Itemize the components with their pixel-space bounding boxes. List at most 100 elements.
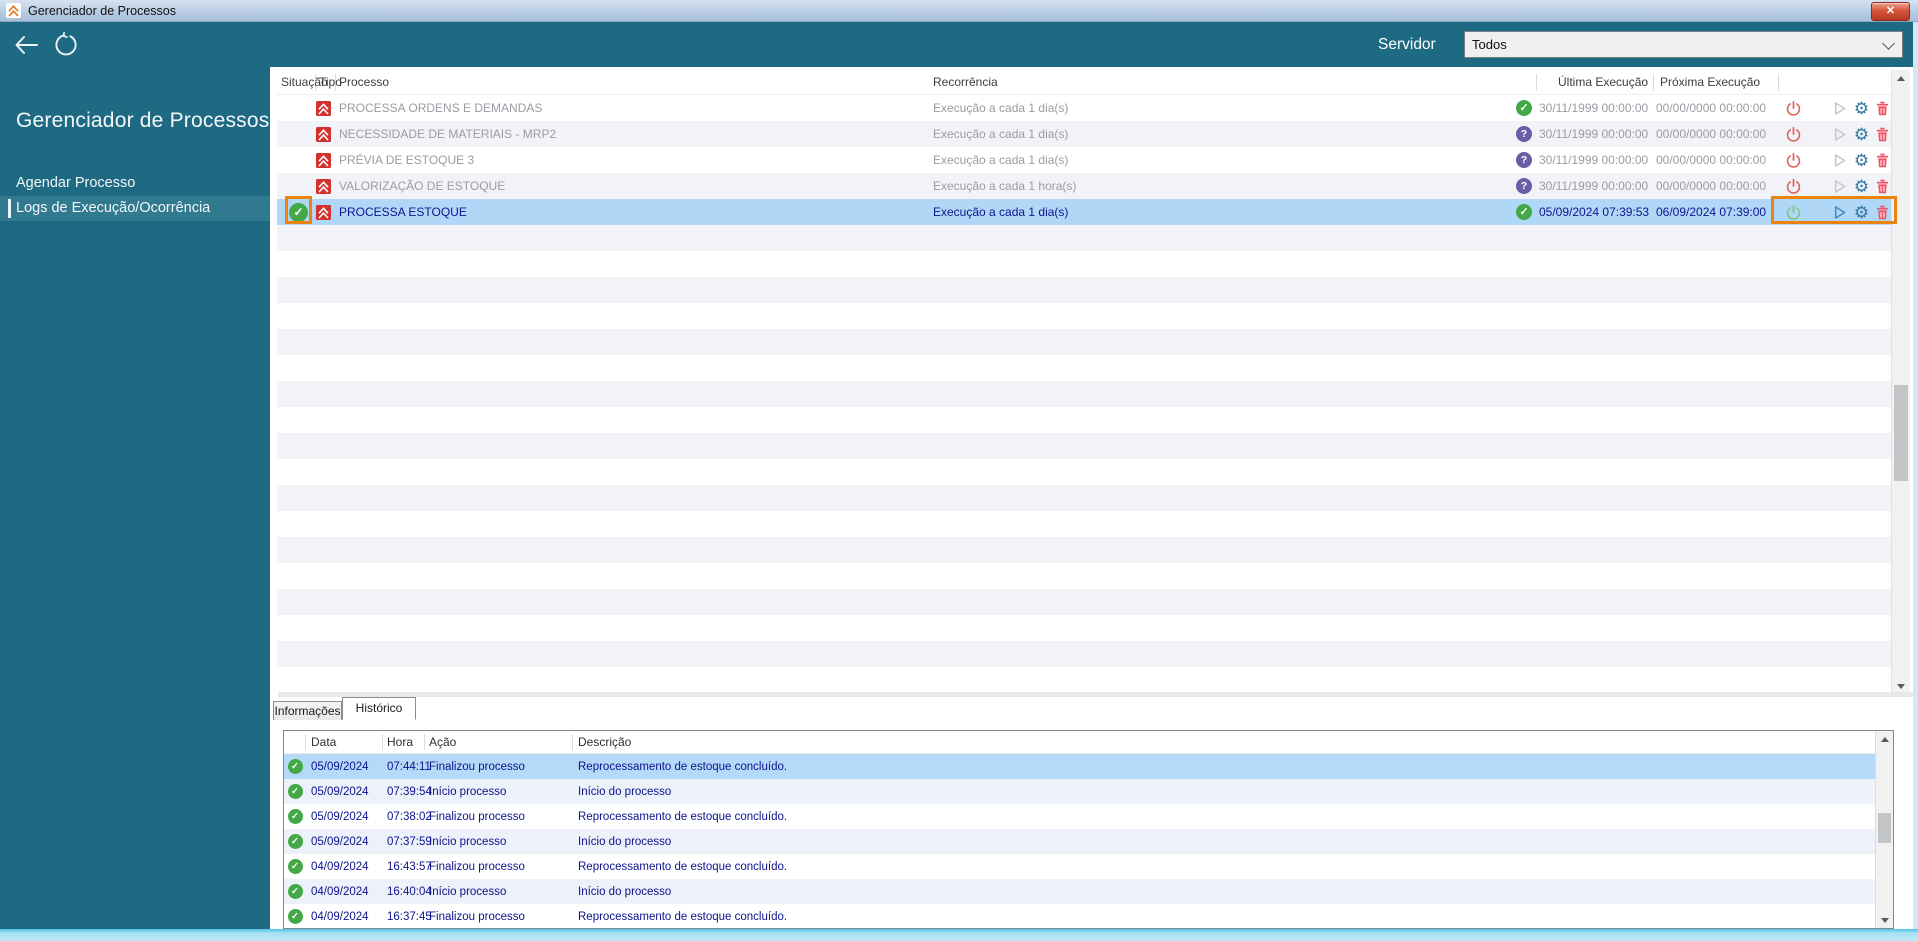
sidebar-item-agendar-processo[interactable]: Agendar Processo [0, 171, 270, 196]
next-execution: 00/00/0000 00:00:00 [1656, 179, 1767, 193]
scroll-down-arrow[interactable] [1876, 912, 1893, 928]
table-row-previa-estoque[interactable]: PRÉVIA DE ESTOQUE 3 Execução a cada 1 di… [277, 147, 1891, 173]
chevron-down-icon [1882, 37, 1895, 50]
window-right-border [1913, 22, 1918, 929]
process-type-icon [316, 178, 331, 194]
column-header-descricao[interactable]: Descrição [573, 735, 1893, 749]
status-ok-icon [287, 884, 303, 899]
window-bottom-border [0, 929, 1918, 941]
close-button[interactable]: ✕ [1871, 2, 1910, 21]
scroll-up-arrow[interactable] [1892, 70, 1910, 87]
next-execution: 00/00/0000 00:00:00 [1656, 101, 1767, 115]
history-scrollbar[interactable] [1875, 731, 1893, 928]
history-row[interactable]: 04/09/2024 16:37:45 Finalizou processo R… [284, 904, 1893, 928]
status-ok-icon [287, 759, 303, 774]
back-button[interactable] [13, 32, 39, 58]
sidebar: Gerenciador de Processos Agendar Process… [0, 67, 270, 930]
history-row[interactable]: 05/09/2024 07:44:11 Finalizou processo R… [284, 754, 1893, 779]
tab-historico[interactable]: Histórico [342, 697, 416, 720]
process-manager-window: { "window": { "title": "Gerenciador de P… [0, 0, 1918, 941]
history-row[interactable]: 05/09/2024 07:39:54 Início processo Iníc… [284, 779, 1893, 804]
process-name: PROCESSA ORDENS E DEMANDAS [339, 101, 543, 115]
process-grid-header: Situação Tipo Processo Recorrência Últim… [277, 70, 1891, 95]
recurrence: Execução a cada 1 dia(s) [933, 101, 1069, 115]
scroll-up-arrow[interactable] [1876, 731, 1893, 747]
process-type-icon [316, 152, 331, 168]
column-header-ultima-execucao[interactable]: Última Execução [1536, 73, 1653, 91]
column-header-data[interactable]: Data [306, 734, 383, 750]
column-header-situacao[interactable]: Situação [277, 73, 328, 91]
process-type-icon [316, 100, 331, 116]
server-label: Servidor [1378, 36, 1436, 53]
recurrence: Execução a cada 1 dia(s) [933, 153, 1069, 167]
play-icon[interactable] [1831, 126, 1848, 143]
history-header: Data Hora Ação Descrição [284, 731, 1893, 754]
trash-icon[interactable] [1874, 126, 1891, 143]
trash-icon[interactable] [1874, 178, 1891, 195]
window-title: Gerenciador de Processos [28, 3, 176, 18]
recurrence: Execução a cada 1 dia(s) [933, 205, 1069, 219]
next-execution: 06/09/2024 07:39:00 [1656, 205, 1767, 219]
process-name: VALORIZAÇÃO DE ESTOQUE [339, 179, 506, 193]
title-bar: Gerenciador de Processos ✕ [0, 0, 1918, 22]
gear-icon[interactable]: ⚙ [1852, 126, 1871, 143]
sidebar-heading: Gerenciador de Processos [16, 109, 270, 132]
refresh-button[interactable] [54, 32, 79, 57]
tab-strip-divider [278, 692, 1913, 697]
column-header-proxima-execucao[interactable]: Próxima Execução [1653, 73, 1778, 91]
scrollbar-thumb[interactable] [1878, 813, 1891, 843]
toolbar: Servidor Todos [0, 22, 1918, 67]
empty-rows-stripes [277, 225, 1891, 691]
process-name: PRÉVIA DE ESTOQUE 3 [339, 153, 475, 167]
status-ok-icon [287, 784, 303, 799]
trash-icon[interactable] [1874, 152, 1891, 169]
table-row-processa-ordens[interactable]: PROCESSA ORDENS E DEMANDAS Execução a ca… [277, 95, 1891, 121]
server-dropdown[interactable]: Todos [1464, 31, 1903, 58]
status-unknown-icon [1516, 126, 1532, 142]
column-header-processo[interactable]: Processo [336, 75, 930, 89]
tab-informacoes[interactable]: Informações [273, 701, 342, 720]
history-row[interactable]: 04/09/2024 16:40:04 Início processo Iníc… [284, 879, 1893, 904]
scrollbar-thumb[interactable] [1894, 385, 1908, 481]
gear-icon[interactable]: ⚙ [1852, 178, 1871, 195]
app-icon [6, 3, 21, 18]
play-icon[interactable] [1831, 178, 1848, 195]
process-name: NECESSIDADE DE MATERIAIS - MRP2 [339, 127, 557, 141]
last-execution: 05/09/2024 07:39:53 [1539, 205, 1650, 219]
status-ok-icon [287, 809, 303, 824]
selected-indicator [8, 199, 11, 218]
gear-icon[interactable]: ⚙ [1852, 100, 1871, 117]
recurrence: Execução a cada 1 dia(s) [933, 127, 1069, 141]
trash-icon[interactable] [1874, 100, 1891, 117]
table-row-valorizacao-estoque[interactable]: VALORIZAÇÃO DE ESTOQUE Execução a cada 1… [277, 173, 1891, 199]
highlight-box-situacao [285, 196, 312, 224]
last-execution: 30/11/1999 00:00:00 [1539, 127, 1649, 141]
play-icon[interactable] [1831, 100, 1848, 117]
last-execution: 30/11/1999 00:00:00 [1539, 179, 1649, 193]
gear-icon[interactable]: ⚙ [1852, 152, 1871, 169]
column-header-acao[interactable]: Ação [425, 734, 573, 750]
status-ok-icon [287, 859, 303, 874]
history-row[interactable]: 05/09/2024 07:37:59 Início processo Iníc… [284, 829, 1893, 854]
play-icon[interactable] [1831, 152, 1848, 169]
power-icon[interactable] [1785, 100, 1802, 117]
main-grid-scrollbar[interactable] [1891, 70, 1910, 695]
column-header-hora[interactable]: Hora [383, 734, 425, 750]
next-execution: 00/00/0000 00:00:00 [1656, 127, 1767, 141]
column-header-tipo[interactable]: Tipo [316, 73, 342, 91]
power-icon[interactable] [1785, 178, 1802, 195]
last-execution: 30/11/1999 00:00:00 [1539, 101, 1649, 115]
server-dropdown-value: Todos [1472, 37, 1507, 52]
power-icon[interactable] [1785, 126, 1802, 143]
power-icon[interactable] [1785, 152, 1802, 169]
table-row-processa-estoque-selected[interactable]: PROCESSA ESTOQUE Execução a cada 1 dia(s… [277, 199, 1891, 225]
status-ok-icon [1516, 100, 1532, 116]
status-unknown-icon [1516, 152, 1532, 168]
next-execution: 00/00/0000 00:00:00 [1656, 153, 1767, 167]
column-header-recorrencia[interactable]: Recorrência [930, 75, 1536, 89]
table-row-necessidade-materiais[interactable]: NECESSIDADE DE MATERIAIS - MRP2 Execução… [277, 121, 1891, 147]
history-row[interactable]: 04/09/2024 16:43:57 Finalizou processo R… [284, 854, 1893, 879]
sidebar-item-logs-execucao[interactable]: Logs de Execução/Ocorrência [0, 196, 270, 221]
status-ok-icon [287, 909, 303, 924]
history-row[interactable]: 05/09/2024 07:38:02 Finalizou processo R… [284, 804, 1893, 829]
